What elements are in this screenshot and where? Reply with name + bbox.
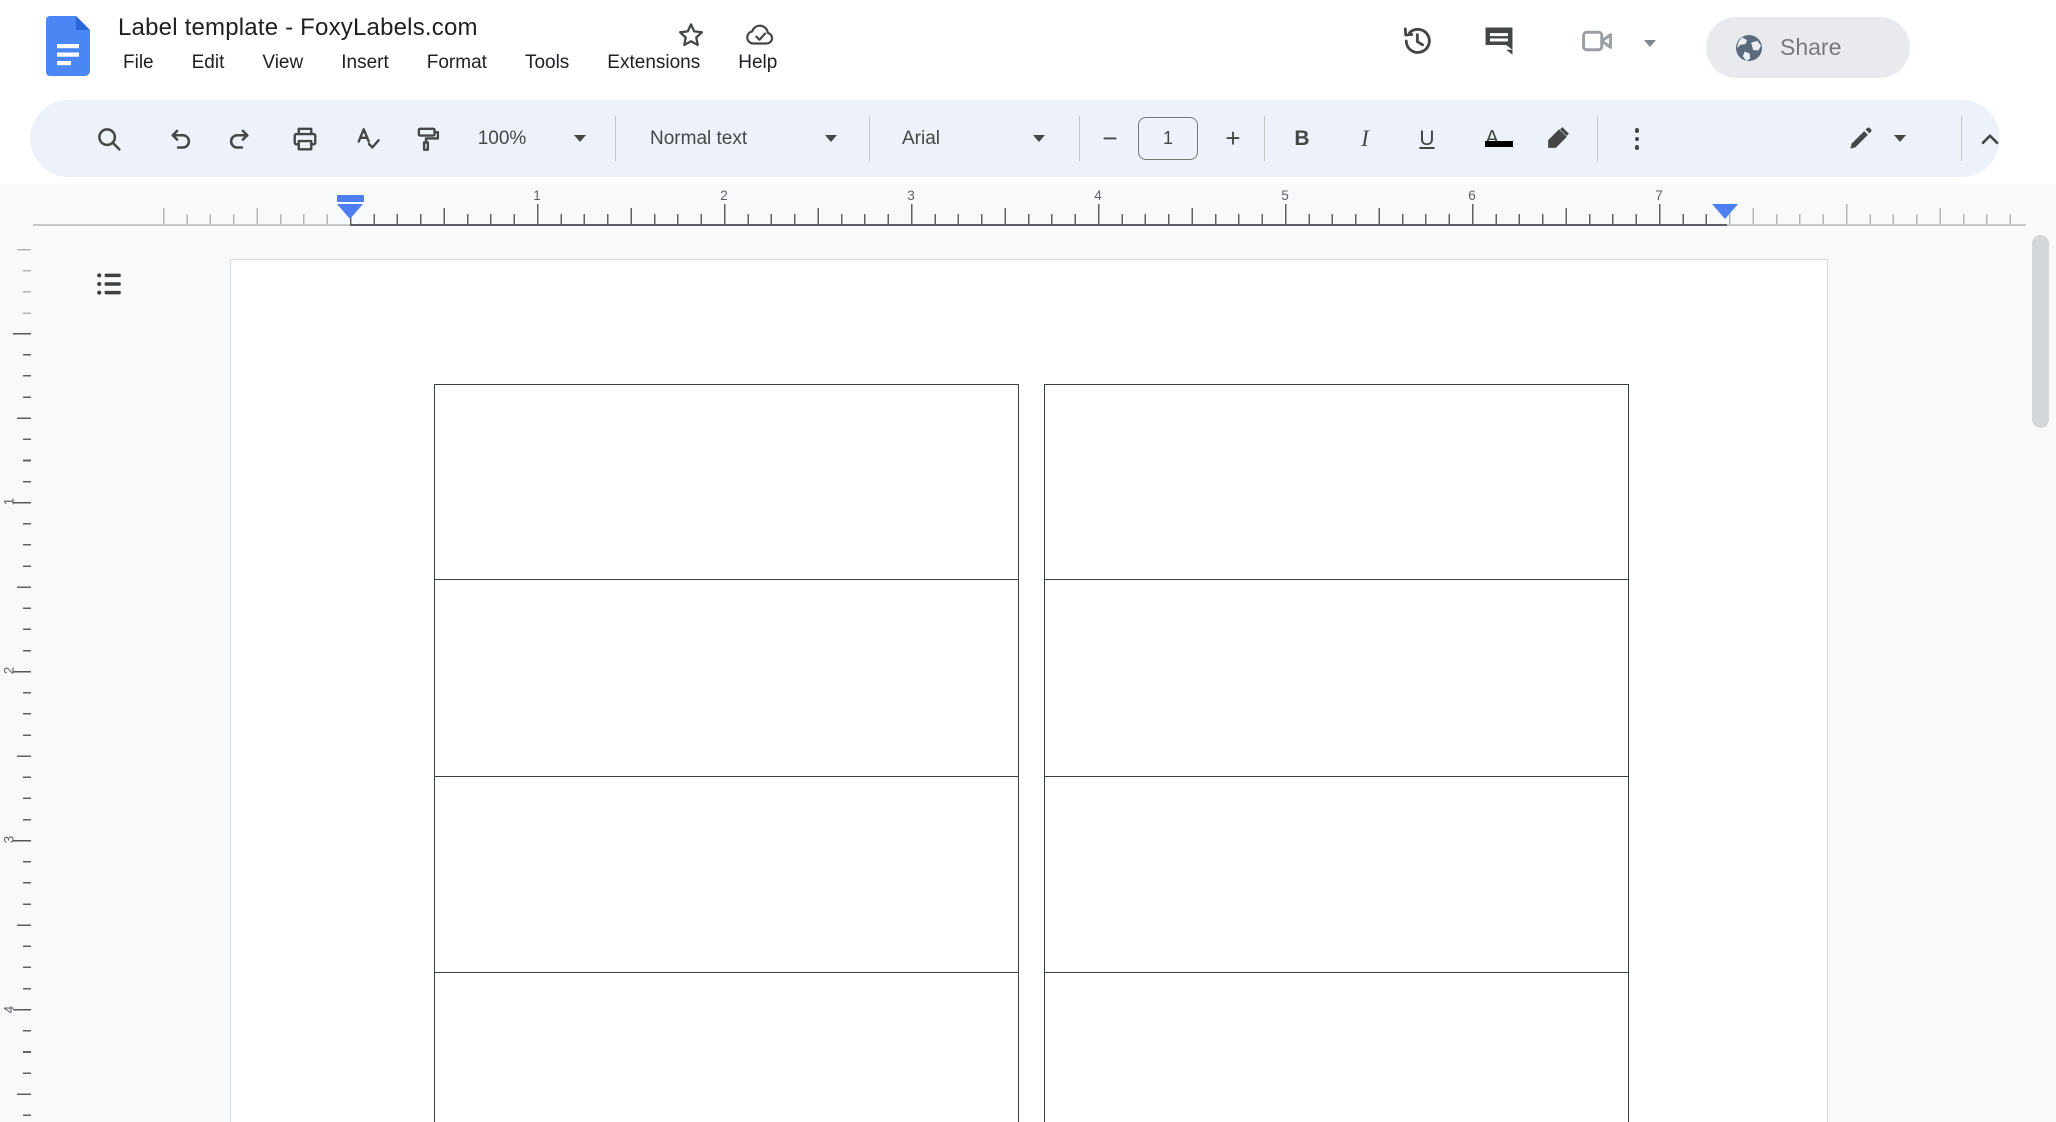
toolbar-separator	[1079, 116, 1080, 161]
ruler-number: 1	[533, 188, 541, 203]
menu-insert[interactable]: Insert	[339, 50, 391, 76]
font-size-input[interactable]: 1	[1138, 117, 1198, 160]
zoom-value: 100%	[477, 127, 527, 149]
menu-extensions[interactable]: Extensions	[605, 50, 702, 76]
document-outline-icon[interactable]	[96, 270, 124, 298]
label-cell[interactable]	[435, 579, 1018, 776]
google-docs-window: Label template - FoxyLabels.com File Edi…	[0, 0, 2056, 1122]
ruler-number: 1	[1, 497, 17, 506]
version-history-icon[interactable]	[1398, 22, 1436, 60]
vertical-scrollbar[interactable]	[2032, 235, 2049, 428]
spell-check-icon[interactable]	[346, 100, 390, 177]
toolbar-separator	[1961, 116, 1962, 161]
increase-font-size-icon[interactable]: +	[1211, 100, 1255, 177]
search-menus-icon[interactable]	[87, 100, 131, 177]
zoom-select[interactable]: 100%	[466, 100, 538, 177]
bold-button[interactable]: B	[1280, 100, 1324, 177]
label-table-left	[434, 384, 1019, 1122]
toolbar-separator	[1264, 116, 1265, 161]
decrease-font-size-icon[interactable]: −	[1088, 100, 1132, 177]
video-call-caret-icon[interactable]	[1644, 40, 1656, 47]
first-line-indent-marker[interactable]	[337, 195, 364, 202]
font-caret-icon[interactable]	[1029, 100, 1049, 177]
undo-icon[interactable]	[158, 100, 202, 177]
ruler-number: 3	[907, 188, 915, 203]
toolbar-separator	[615, 116, 616, 161]
ruler-number: 2	[720, 188, 728, 203]
redo-icon[interactable]	[218, 100, 262, 177]
label-cell[interactable]	[1045, 972, 1628, 1122]
toolbar-separator	[869, 116, 870, 161]
underline-button[interactable]: U	[1405, 100, 1449, 177]
styles-caret-icon[interactable]	[821, 100, 841, 177]
share-button-label: Share	[1780, 34, 1842, 60]
label-table-right	[1044, 384, 1629, 1122]
print-icon[interactable]	[283, 100, 327, 177]
ruler-number: 3	[1, 835, 17, 844]
ruler-number: 2	[1, 666, 17, 675]
comments-icon[interactable]	[1480, 22, 1518, 60]
paragraph-styles-select[interactable]: Normal text	[642, 100, 792, 177]
globe-icon	[1732, 31, 1766, 65]
toolbar: 100% Normal text Arial − 1 + B I U A	[0, 90, 2056, 184]
docs-logo-icon[interactable]	[46, 16, 90, 76]
ruler-number: 4	[1, 1005, 17, 1014]
menu-tools[interactable]: Tools	[523, 50, 571, 76]
more-options-icon[interactable]	[1615, 122, 1659, 156]
menu-view[interactable]: View	[260, 50, 305, 76]
right-indent-marker[interactable]	[1712, 204, 1738, 219]
zoom-caret-icon[interactable]	[570, 100, 590, 177]
ruler-number: 5	[1281, 188, 1289, 203]
label-cell[interactable]	[435, 776, 1018, 972]
menu-format[interactable]: Format	[425, 50, 489, 76]
star-icon[interactable]	[676, 20, 706, 50]
cloud-check-icon[interactable]	[744, 20, 778, 50]
video-call-icon[interactable]	[1578, 22, 1616, 60]
editing-mode-caret-icon[interactable]	[1890, 100, 1910, 177]
label-cell[interactable]	[435, 972, 1018, 1122]
page[interactable]	[230, 259, 1828, 1122]
share-button[interactable]: Share	[1706, 17, 1910, 78]
menu-edit[interactable]: Edit	[190, 50, 227, 76]
ruler-number: 4	[1094, 188, 1102, 203]
toolbar-pill: 100% Normal text Arial − 1 + B I U A	[30, 100, 2000, 177]
ruler-number: 7	[1655, 188, 1663, 203]
hide-menus-icon[interactable]	[1968, 100, 2012, 177]
paragraph-styles-value: Normal text	[650, 127, 748, 149]
label-cell[interactable]	[435, 385, 1018, 579]
menu-file[interactable]: File	[121, 50, 156, 76]
label-cell[interactable]	[1045, 385, 1628, 579]
vertical-ruler: 1 2 3 4	[0, 184, 32, 1122]
italic-button[interactable]: I	[1343, 100, 1387, 177]
menubar: File Edit View Insert Format Tools Exten…	[121, 50, 779, 76]
document-canvas: 1 2 3 4 5 6 7	[0, 184, 2056, 1122]
font-size-value: 1	[1162, 128, 1173, 148]
editing-mode-icon[interactable]	[1838, 100, 1882, 177]
label-cell[interactable]	[1045, 776, 1628, 972]
font-value: Arial	[902, 127, 941, 149]
font-select[interactable]: Arial	[894, 100, 984, 177]
text-color-button[interactable]: A	[1470, 100, 1514, 177]
left-indent-marker[interactable]	[337, 204, 363, 219]
highlight-color-icon[interactable]	[1535, 100, 1579, 177]
paint-format-icon[interactable]	[405, 100, 449, 177]
header: Label template - FoxyLabels.com File Edi…	[0, 0, 2056, 90]
menu-help[interactable]: Help	[736, 50, 779, 76]
label-cell[interactable]	[1045, 579, 1628, 776]
ruler-number: 6	[1468, 188, 1476, 203]
document-title[interactable]: Label template - FoxyLabels.com	[118, 14, 478, 42]
toolbar-separator	[1597, 116, 1598, 161]
